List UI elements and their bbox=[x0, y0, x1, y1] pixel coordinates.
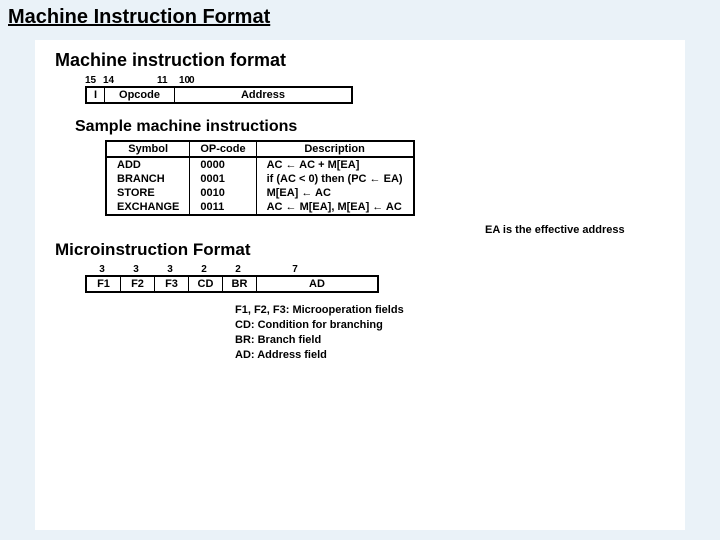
instruction-format-box: I Opcode Address bbox=[85, 86, 353, 104]
legend-line: BR: Branch field bbox=[235, 333, 675, 348]
col-symbol: Symbol bbox=[106, 141, 190, 157]
content-panel: Machine instruction format 15 14 11 10 0… bbox=[35, 40, 685, 530]
micro-legend: F1, F2, F3: Microoperation fields CD: Co… bbox=[235, 303, 675, 362]
heading-microinstruction: Microinstruction Format bbox=[55, 240, 675, 260]
field-opcode: Opcode bbox=[105, 88, 175, 102]
table-row: EXCHANGE 0011 AC ← M[EA], M[EA] ← AC bbox=[106, 200, 414, 215]
table-row: BRANCH 0001 if (AC < 0) then (PC ← EA) bbox=[106, 172, 414, 186]
cell-sym: STORE bbox=[106, 186, 190, 200]
instruction-table: Symbol OP-code Description ADD 0000 AC ←… bbox=[105, 140, 415, 216]
width-f2: 3 bbox=[119, 264, 153, 275]
width-f3: 3 bbox=[153, 264, 187, 275]
cell-op: 0011 bbox=[190, 200, 256, 215]
width-cd: 2 bbox=[187, 264, 221, 275]
cell-sym: ADD bbox=[106, 157, 190, 172]
ea-note: EA is the effective address bbox=[485, 224, 625, 236]
bit-labels: 15 14 11 10 0 bbox=[85, 75, 675, 86]
field-ad: AD bbox=[257, 277, 377, 291]
heading-machine-format: Machine instruction format bbox=[55, 50, 675, 71]
legend-line: F1, F2, F3: Microoperation fields bbox=[235, 303, 675, 318]
field-br: BR bbox=[223, 277, 257, 291]
bit-11: 11 bbox=[157, 75, 168, 86]
heading-sample-instructions: Sample machine instructions bbox=[75, 118, 675, 136]
legend-line: AD: Address field bbox=[235, 348, 675, 363]
field-f2: F2 bbox=[121, 277, 155, 291]
cell-desc: AC ← AC + M[EA] bbox=[256, 157, 413, 172]
micro-bit-widths: 3 3 3 2 2 7 bbox=[85, 264, 675, 275]
cell-desc: AC ← M[EA], M[EA] ← AC bbox=[256, 200, 413, 215]
col-opcode: OP-code bbox=[190, 141, 256, 157]
cell-op: 0001 bbox=[190, 172, 256, 186]
cell-desc: if (AC < 0) then (PC ← EA) bbox=[256, 172, 413, 186]
cell-op: 0000 bbox=[190, 157, 256, 172]
bit-0: 0 bbox=[189, 75, 359, 86]
field-cd: CD bbox=[189, 277, 223, 291]
bit-15: 15 bbox=[85, 75, 103, 86]
cell-sym: EXCHANGE bbox=[106, 200, 190, 215]
cell-op: 0010 bbox=[190, 186, 256, 200]
cell-desc: M[EA] ← AC bbox=[256, 186, 413, 200]
width-f1: 3 bbox=[85, 264, 119, 275]
width-ad: 7 bbox=[255, 264, 335, 275]
table-row: ADD 0000 AC ← AC + M[EA] bbox=[106, 157, 414, 172]
table-row: STORE 0010 M[EA] ← AC bbox=[106, 186, 414, 200]
page-title: Machine Instruction Format bbox=[0, 0, 720, 33]
bit-14: 14 bbox=[103, 75, 114, 86]
field-address: Address bbox=[175, 88, 351, 102]
legend-line: CD: Condition for branching bbox=[235, 318, 675, 333]
col-description: Description bbox=[256, 141, 413, 157]
field-f1: F1 bbox=[87, 277, 121, 291]
cell-sym: BRANCH bbox=[106, 172, 190, 186]
table-header: Symbol OP-code Description bbox=[106, 141, 414, 157]
microinstruction-format-box: F1 F2 F3 CD BR AD bbox=[85, 275, 379, 293]
field-f3: F3 bbox=[155, 277, 189, 291]
width-br: 2 bbox=[221, 264, 255, 275]
field-i: I bbox=[87, 88, 105, 102]
